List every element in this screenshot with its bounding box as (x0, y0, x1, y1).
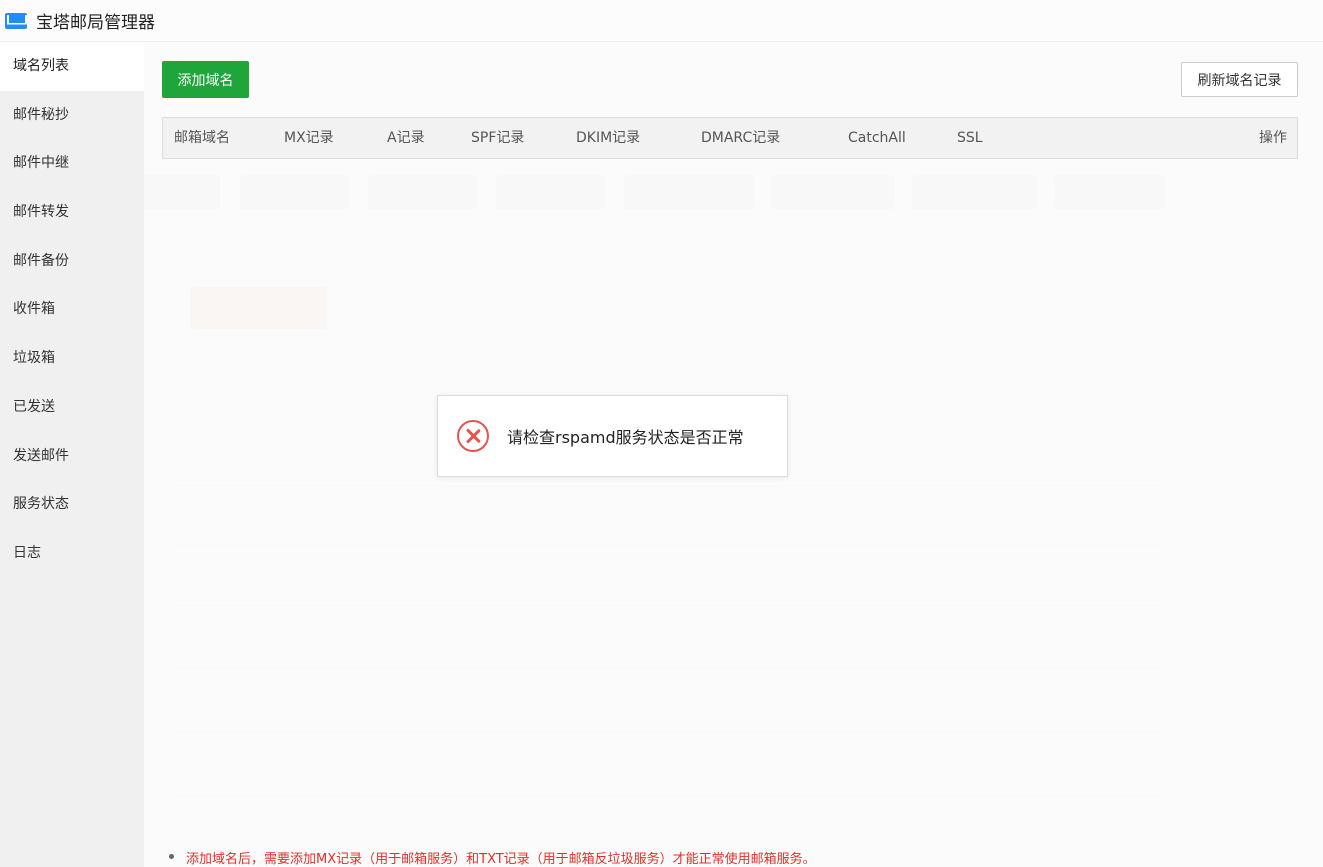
error-x-circle-icon (457, 420, 489, 452)
column-header-ssl: SSL (957, 130, 983, 146)
sidebar-item-spam[interactable]: 垃圾箱 (0, 334, 144, 383)
sidebar-item-label: 发送邮件 (13, 447, 69, 464)
column-header-actions: 操作 (1259, 130, 1287, 146)
sidebar-item-compose[interactable]: 发送邮件 (0, 432, 144, 481)
sidebar-item-service-status[interactable]: 服务状态 (0, 480, 144, 529)
refresh-domain-records-button[interactable]: 刷新域名记录 (1181, 62, 1298, 97)
sidebar-item-inbox[interactable]: 收件箱 (0, 285, 144, 334)
window-title: 宝塔邮局管理器 (36, 13, 155, 33)
toast-message: 请检查rspamd服务状态是否正常 (507, 428, 744, 447)
sidebar: 域名列表 邮件秘抄 邮件中继 邮件转发 邮件备份 收件箱 垃圾箱 已发送 发送邮… (0, 42, 144, 867)
sidebar-item-label: 邮件转发 (13, 204, 69, 221)
bullet-dot (169, 854, 174, 859)
footer-note-text: 添加域名后，需要添加MX记录（用于邮箱服务）和TXT记录（用于邮箱反垃圾服务）才… (186, 852, 816, 867)
sidebar-item-label: 收件箱 (13, 301, 55, 318)
error-toast: 请检查rspamd服务状态是否正常 (437, 395, 788, 477)
sidebar-item-mail-forward[interactable]: 邮件转发 (0, 188, 144, 237)
column-header-mx: MX记录 (284, 130, 334, 146)
sidebar-item-label: 邮件中继 (13, 155, 69, 172)
sidebar-item-label: 邮件备份 (13, 252, 69, 269)
column-header-spf: SPF记录 (471, 130, 525, 146)
column-header-catchall: CatchAll (848, 130, 906, 146)
add-domain-button[interactable]: 添加域名 (162, 61, 249, 98)
domain-table-header: 邮箱域名 MX记录 A记录 SPF记录 DKIM记录 DMARC记录 Catch… (162, 117, 1298, 159)
window-titlebar: 宝塔邮局管理器 (0, 0, 1323, 42)
mail-envelope-icon (5, 12, 27, 29)
footer-note: 添加域名后，需要添加MX记录（用于邮箱服务）和TXT记录（用于邮箱反垃圾服务）才… (169, 848, 816, 867)
column-header-dmarc: DMARC记录 (701, 130, 781, 146)
sidebar-item-label: 已发送 (13, 398, 55, 415)
column-header-dkim: DKIM记录 (576, 130, 641, 146)
sidebar-item-logs[interactable]: 日志 (0, 529, 144, 578)
sidebar-item-label: 日志 (13, 544, 41, 561)
sidebar-item-mail-relay[interactable]: 邮件中继 (0, 139, 144, 188)
column-header-a: A记录 (387, 130, 425, 146)
sidebar-item-mail-bcc[interactable]: 邮件秘抄 (0, 91, 144, 140)
sidebar-item-label: 邮件秘抄 (13, 106, 69, 123)
sidebar-item-label: 垃圾箱 (13, 350, 55, 367)
sidebar-item-mail-backup[interactable]: 邮件备份 (0, 237, 144, 286)
sidebar-item-sent[interactable]: 已发送 (0, 383, 144, 432)
sidebar-item-domain-list[interactable]: 域名列表 (0, 42, 144, 91)
column-header-domain: 邮箱域名 (174, 130, 230, 146)
sidebar-item-label: 服务状态 (13, 496, 69, 513)
sidebar-item-label: 域名列表 (13, 58, 69, 74)
